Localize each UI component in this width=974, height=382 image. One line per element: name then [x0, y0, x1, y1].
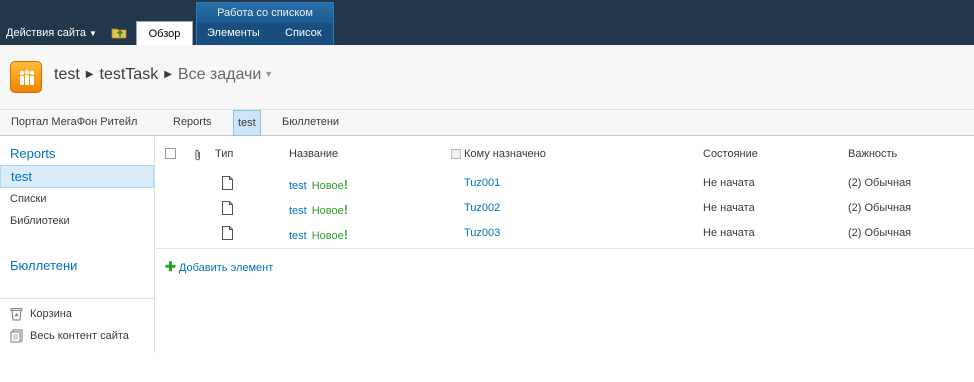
top-link-bar: Портал МегаФон Ритейл Reports test Бюлле… [0, 109, 974, 136]
tab-browse[interactable]: Обзор [136, 21, 193, 45]
plus-icon: ✚ [165, 259, 176, 274]
chevron-down-icon[interactable]: ▼ [264, 69, 273, 79]
divider [156, 248, 974, 249]
breadcrumb-site[interactable]: test [54, 66, 80, 83]
item-title-link[interactable]: test [289, 205, 307, 217]
status-cell: Не начата [703, 202, 755, 214]
priority-cell: (2) Обычная [848, 227, 912, 239]
table-row[interactable]: test Новое! Tuz003 Не начата (2) Обычная [156, 221, 974, 246]
priority-cell: (2) Обычная [848, 177, 912, 189]
list-tools-group: Работа со списком Элементы Список [196, 2, 334, 45]
all-site-content-label: Весь контент сайта [30, 330, 129, 342]
add-item-label: Добавить элемент [178, 262, 274, 274]
ql-item-bulletins[interactable]: Бюллетени [10, 258, 77, 273]
ql-item-reports[interactable]: Reports [10, 146, 56, 161]
tab-items[interactable]: Элементы [207, 27, 260, 39]
site-content-icon [10, 329, 23, 343]
filter-checkbox[interactable] [451, 149, 461, 159]
tab-list[interactable]: Список [285, 27, 322, 39]
all-site-content-link[interactable]: Весь контент сайта [10, 329, 150, 345]
site-actions-menu[interactable]: Действия сайта ▼ [6, 27, 97, 39]
view-selector[interactable]: Все задачи [178, 66, 261, 83]
breadcrumb: test ▶ testTask ▶ Все задачи ▼ [54, 66, 273, 84]
topnav-item-bulletins[interactable]: Бюллетени [282, 110, 339, 136]
status-cell: Не начата [703, 177, 755, 189]
assigned-to-link[interactable]: Tuz002 [464, 202, 500, 214]
priority-cell: (2) Обычная [848, 202, 912, 214]
new-badge: Новое! [311, 227, 349, 242]
recycle-bin-label: Корзина [30, 308, 72, 320]
ql-item-test[interactable]: test [0, 165, 154, 188]
table-row[interactable]: test Новое! Tuz001 Не начата (2) Обычная [156, 171, 974, 196]
table-row[interactable]: test Новое! Tuz002 Не начата (2) Обычная [156, 196, 974, 221]
recycle-bin-icon [10, 308, 23, 321]
quick-launch: Reports test Списки Библиотеки Бюллетени… [0, 137, 155, 353]
recycle-bin-link[interactable]: Корзина [10, 307, 150, 323]
topnav-item-test[interactable]: test [233, 110, 261, 136]
item-title-link[interactable]: test [289, 180, 307, 192]
column-header-priority[interactable]: Важность [848, 148, 897, 160]
new-mark-icon: ! [343, 202, 349, 217]
breadcrumb-list[interactable]: testTask [100, 66, 159, 83]
new-badge: Новое! [311, 177, 349, 192]
divider [0, 298, 154, 299]
site-actions-label: Действия сайта [6, 27, 87, 39]
column-header-assigned-to[interactable]: Кому назначено [464, 148, 546, 160]
add-item-link[interactable]: ✚ Добавить элемент [165, 259, 273, 275]
assigned-to-link[interactable]: Tuz003 [464, 227, 500, 239]
topnav-item-reports[interactable]: Reports [173, 110, 212, 136]
chevron-down-icon: ▼ [89, 29, 97, 38]
document-icon [222, 201, 233, 215]
navigate-up-icon[interactable] [111, 25, 127, 39]
new-badge: Новое! [311, 202, 349, 217]
new-mark-icon: ! [343, 227, 349, 242]
assigned-to-link[interactable]: Tuz001 [464, 177, 500, 189]
topnav-item-portal[interactable]: Портал МегаФон Ритейл [11, 110, 137, 136]
column-header-type[interactable]: Тип [215, 148, 233, 160]
new-badge-label: Новое [311, 180, 344, 192]
site-logo-icon[interactable] [10, 61, 42, 93]
attachment-icon [195, 149, 200, 161]
new-mark-icon: ! [343, 177, 349, 192]
list-tools-title: Работа со списком [197, 3, 333, 23]
ql-item-libraries[interactable]: Библиотеки [10, 215, 70, 227]
breadcrumb-separator-icon: ▶ [164, 69, 172, 80]
item-title-link[interactable]: test [289, 230, 307, 242]
column-header-title[interactable]: Название [289, 148, 338, 160]
list-view: Тип Название Кому назначено Состояние Ва… [156, 137, 974, 257]
document-icon [222, 176, 233, 190]
column-header-status[interactable]: Состояние [703, 148, 758, 160]
ribbon: Действия сайта ▼ Обзор Работа со списком … [0, 0, 974, 45]
status-cell: Не начата [703, 227, 755, 239]
document-icon [222, 226, 233, 240]
ql-item-lists[interactable]: Списки [10, 193, 47, 205]
breadcrumb-separator-icon: ▶ [85, 69, 94, 80]
ql-item-test-label: test [11, 169, 32, 184]
title-area: test ▶ testTask ▶ Все задачи ▼ [0, 45, 974, 109]
new-badge-label: Новое [311, 230, 344, 242]
select-all-checkbox[interactable] [165, 148, 176, 159]
new-badge-label: Новое [311, 205, 344, 217]
